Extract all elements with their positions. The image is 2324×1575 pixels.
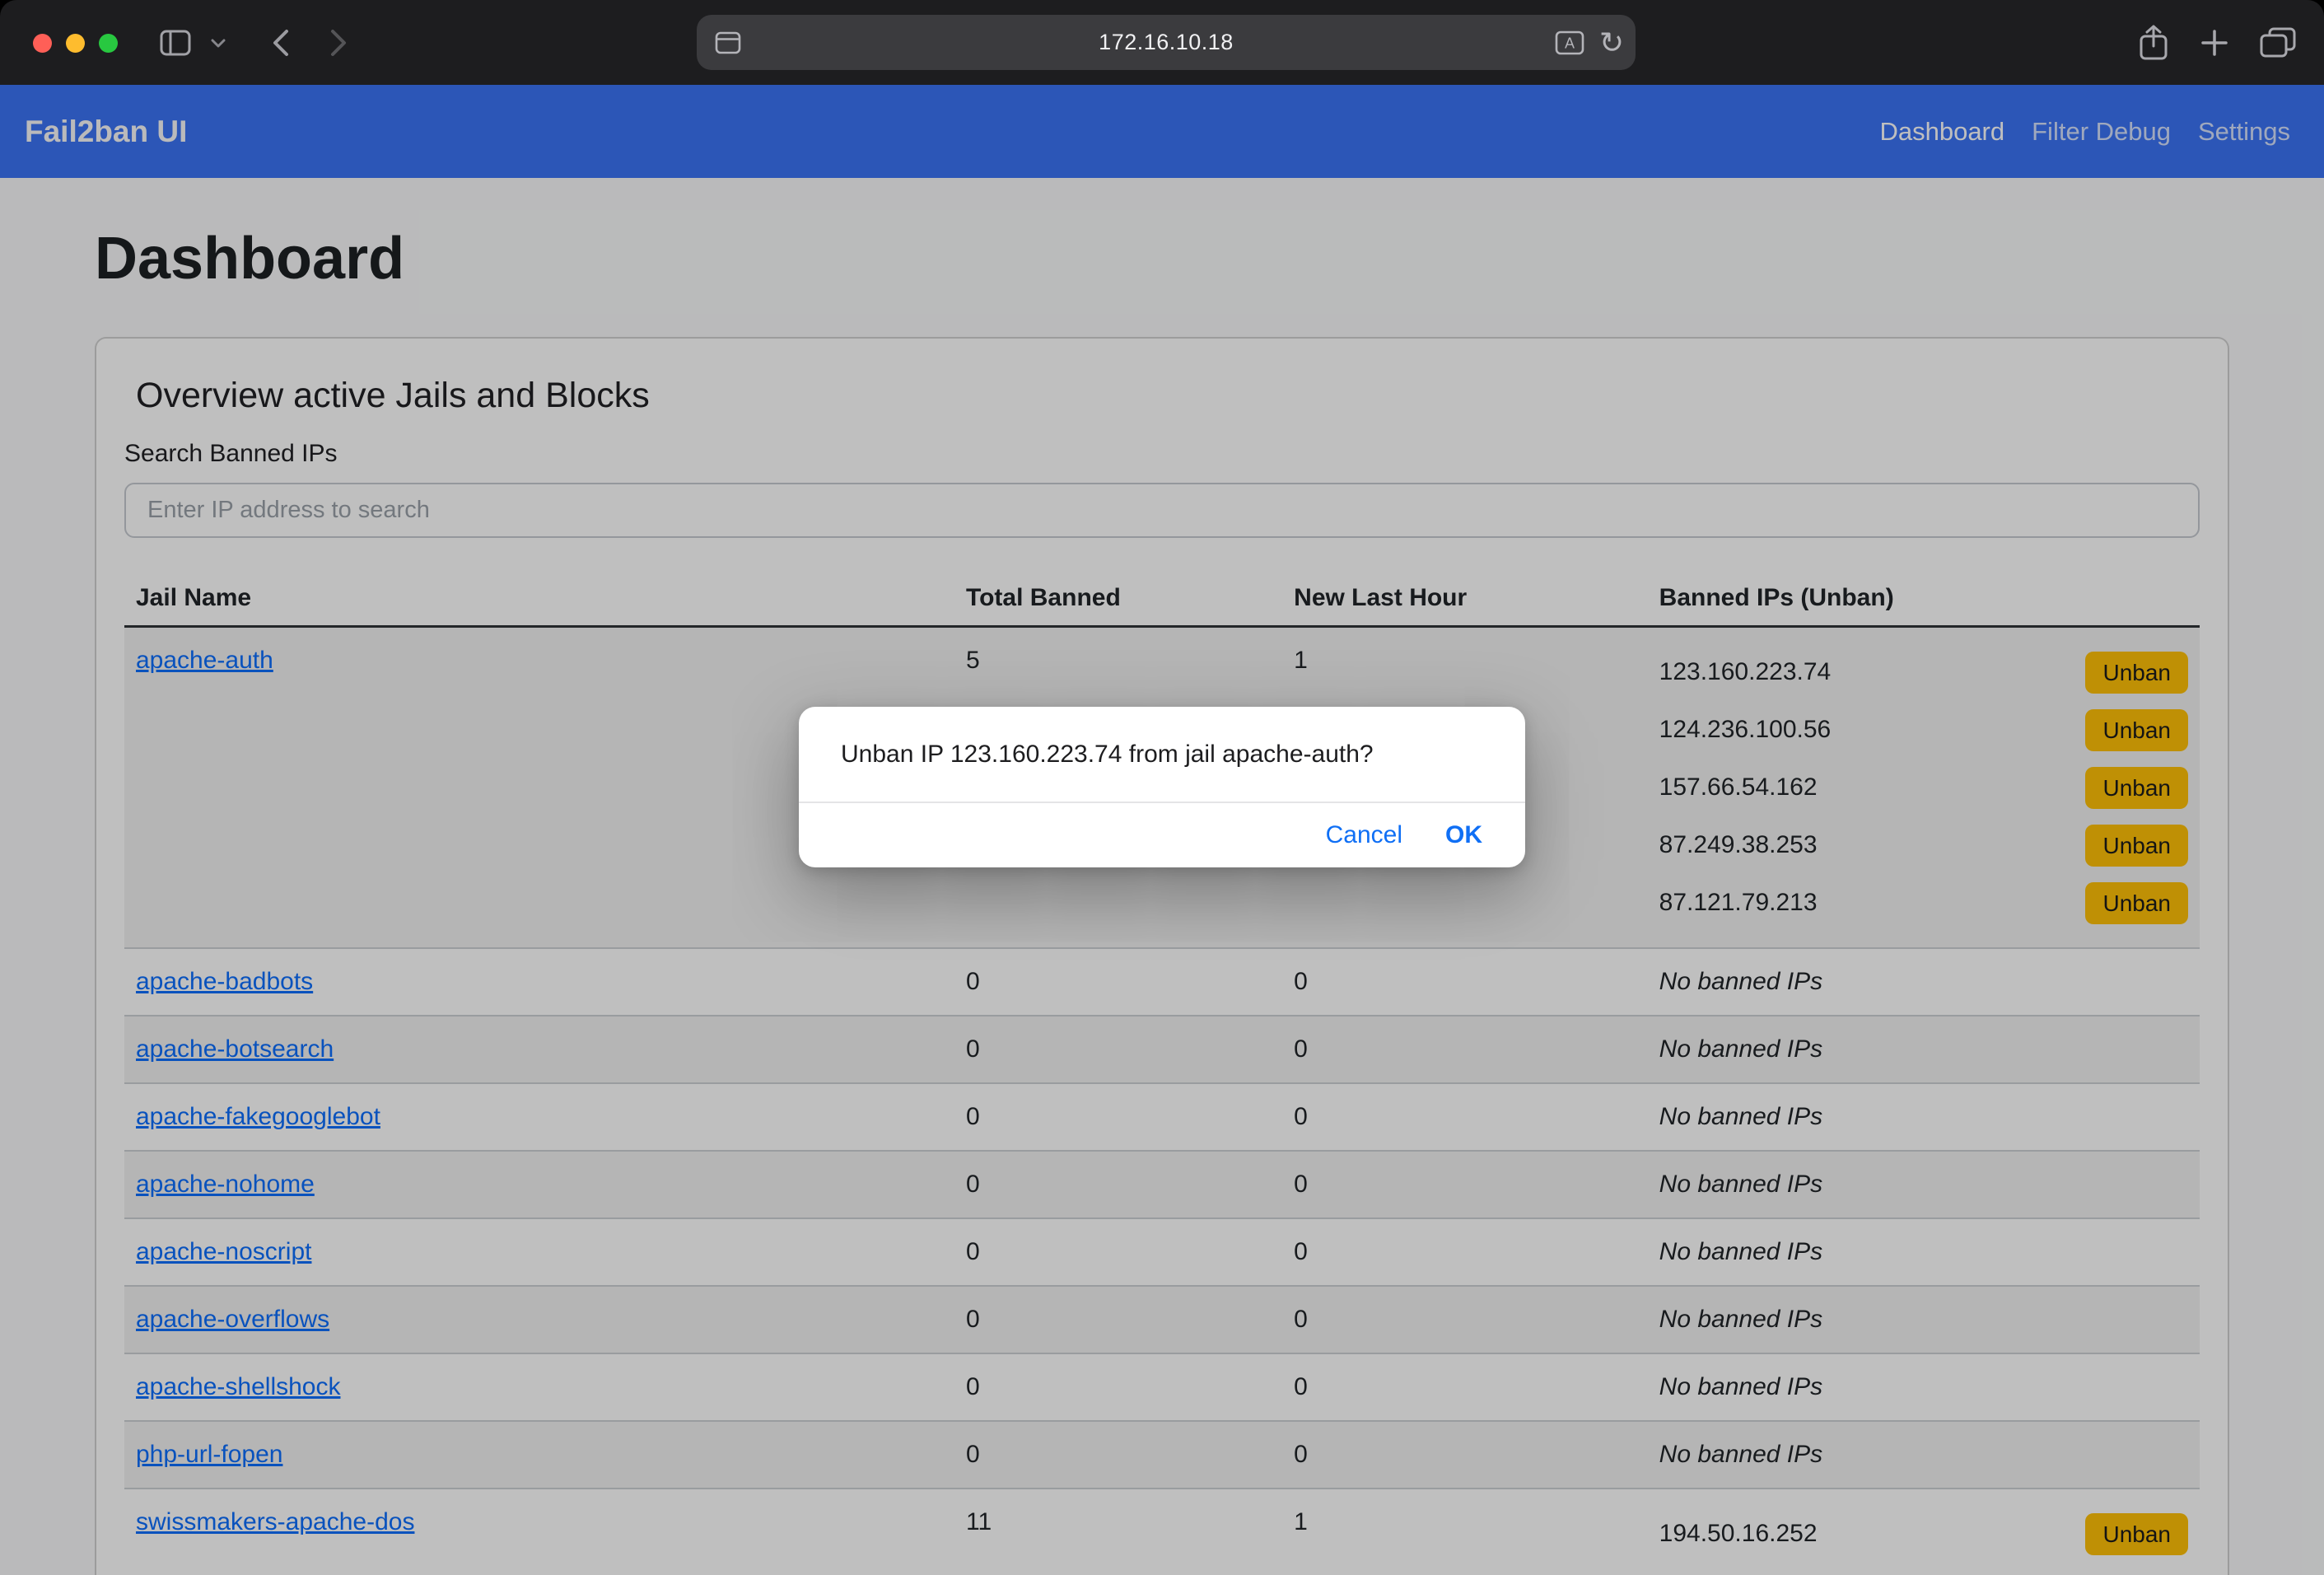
url-field[interactable]: 172.16.10.18 A ↻ bbox=[697, 15, 1636, 70]
cancel-button[interactable]: Cancel bbox=[1326, 821, 1402, 849]
sidebar-toggle-button[interactable] bbox=[160, 30, 191, 56]
close-window-button[interactable] bbox=[33, 34, 52, 53]
sidebar-menu-button[interactable] bbox=[211, 39, 226, 49]
zoom-window-button[interactable] bbox=[99, 34, 118, 53]
url-text: 172.16.10.18 bbox=[697, 15, 1636, 70]
back-button[interactable] bbox=[270, 28, 290, 58]
new-tab-button[interactable] bbox=[2198, 26, 2231, 59]
chevron-left-icon bbox=[270, 28, 290, 58]
tab-overview-icon bbox=[2259, 27, 2297, 58]
dialog-actions: Cancel OK bbox=[799, 803, 1525, 867]
chevron-right-icon bbox=[329, 28, 349, 58]
svg-text:A: A bbox=[1565, 35, 1575, 52]
sidebar-icon bbox=[160, 30, 191, 56]
reload-icon[interactable]: ↻ bbox=[1599, 15, 1624, 70]
forward-button[interactable] bbox=[329, 28, 349, 58]
ok-button[interactable]: OK bbox=[1445, 821, 1482, 849]
new-tab-icon bbox=[2198, 26, 2231, 59]
share-button[interactable] bbox=[2137, 24, 2170, 62]
chevron-down-icon bbox=[211, 39, 226, 49]
share-icon bbox=[2137, 24, 2170, 62]
window-controls bbox=[33, 34, 118, 53]
minimize-window-button[interactable] bbox=[66, 34, 85, 53]
confirm-dialog: Unban IP 123.160.223.74 from jail apache… bbox=[799, 707, 1525, 867]
browser-chrome: 172.16.10.18 A ↻ bbox=[0, 0, 2324, 85]
tab-overview-button[interactable] bbox=[2259, 27, 2297, 58]
dialog-message: Unban IP 123.160.223.74 from jail apache… bbox=[799, 707, 1525, 803]
translate-icon[interactable]: A bbox=[1555, 30, 1584, 59]
